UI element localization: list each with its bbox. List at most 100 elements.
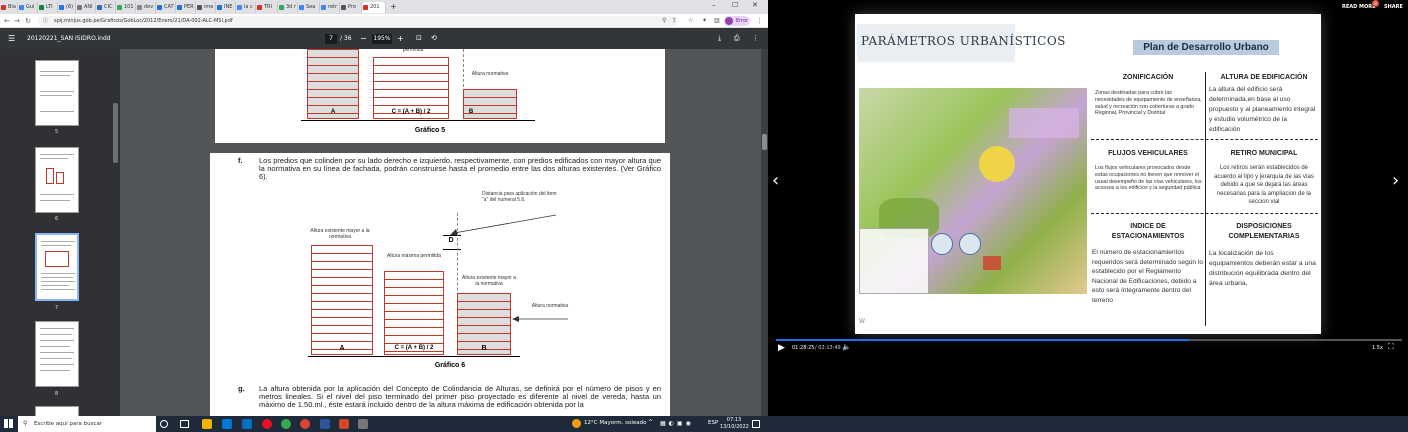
read-more-button[interactable]: READ MORE [1342, 4, 1376, 10]
clock-time[interactable]: 07:13 [724, 417, 744, 423]
page-thumbnail-6[interactable] [35, 147, 79, 213]
app-icon[interactable] [358, 419, 368, 429]
forward-icon[interactable]: → [14, 16, 20, 26]
maximize-button[interactable]: ☐ [732, 1, 738, 9]
download-icon[interactable]: ⤓ [718, 34, 721, 43]
language-indicator[interactable]: ESP [708, 420, 718, 426]
page-thumbnail-8[interactable] [35, 321, 79, 387]
playback-speed-button[interactable]: 1.5x [1372, 345, 1383, 351]
zoom-icon[interactable]: ⚲ [662, 16, 666, 26]
section-heading: FLUJOS VEHICULARES [1108, 150, 1188, 157]
bookmark-star-icon[interactable]: ☆ [688, 16, 693, 26]
share-icon[interactable]: ⇪ [672, 16, 677, 26]
zoom-out-button[interactable]: − [360, 34, 367, 43]
next-slide-button[interactable]: › [1392, 170, 1399, 191]
video-progress-track[interactable] [776, 339, 1402, 341]
mail-icon[interactable] [242, 419, 252, 429]
tab-favicon-icon [321, 5, 326, 10]
browser-tab[interactable]: la c [236, 2, 256, 13]
paragraph-letter: g. [238, 384, 245, 393]
browser-tab[interactable]: Pro [340, 2, 362, 13]
opera-icon[interactable] [262, 419, 272, 429]
page-number-input[interactable]: 7 [325, 34, 337, 44]
zoom-in-button[interactable]: + [397, 34, 404, 43]
notification-badge: 8 [1372, 0, 1379, 7]
browser-tab-active[interactable]: 201 [362, 2, 386, 13]
bar-label-c: C = (A + B) / 2 [391, 109, 431, 115]
browser-tab[interactable]: retr [320, 2, 340, 13]
fullscreen-icon[interactable]: ⛶ [1388, 342, 1394, 352]
video-player[interactable]: READ MORE 8 SHARE PARÁMETROS URBANÍSTICO… [768, 0, 1408, 416]
browser-tab[interactable]: PER [176, 2, 196, 13]
browser-tab[interactable]: LTI [38, 2, 58, 13]
clock-date[interactable]: 13/10/2022 [720, 424, 749, 430]
zoom-input[interactable]: 195% [372, 34, 392, 44]
extensions-icon[interactable]: ✦ [702, 16, 707, 26]
browser-menu-icon[interactable]: ⋮ [756, 16, 763, 26]
tab-favicon-icon [77, 5, 82, 10]
tab-strip: Bla Guí LTI (6) ANI CIC 101 dev CAT PER … [0, 0, 768, 14]
browser-tab[interactable]: INE [216, 2, 236, 13]
share-button[interactable]: SHARE [1384, 4, 1403, 10]
tab-favicon-icon [299, 5, 304, 10]
browser-tab[interactable]: 101 [116, 2, 136, 13]
cortana-icon[interactable] [160, 420, 168, 428]
page-thumbnail-9[interactable] [35, 406, 79, 416]
rotate-icon[interactable]: ⟲ [431, 34, 437, 42]
new-tab-button[interactable]: + [390, 2, 397, 11]
browser-tab[interactable]: dev [136, 2, 156, 13]
pdf-scrollbar-track[interactable] [761, 49, 768, 416]
url-input[interactable]: ⓘ spij.minjus.gob.pe/Graficos/GobLoc/201… [38, 16, 678, 26]
browser-tab[interactable]: ime [196, 2, 216, 13]
section-body: El número de estacionamientos requeridos… [1092, 249, 1204, 304]
browser-tab[interactable]: TRI [256, 2, 278, 13]
browser-tab[interactable]: (6) [58, 2, 76, 13]
store-icon[interactable] [222, 419, 232, 429]
tray-overflow-icon[interactable]: ^ [648, 419, 653, 426]
notification-center-icon[interactable] [752, 420, 760, 428]
browser-tab[interactable]: ANI [76, 2, 96, 13]
play-button[interactable]: ▶ [778, 343, 785, 353]
windows-start-icon[interactable] [4, 419, 13, 428]
annotation-label: Distancia para aplicación del item "a" d… [482, 191, 557, 203]
word-icon[interactable] [320, 419, 330, 429]
time-current: 01:28:25 [792, 345, 815, 351]
page-thumbnail-5[interactable] [35, 60, 79, 126]
task-view-icon[interactable] [180, 420, 189, 428]
taskbar-search-input[interactable]: ⚲ Escribe aquí para buscar [18, 416, 156, 432]
browser-tab[interactable]: CIC [96, 2, 116, 13]
hamburger-menu-icon[interactable]: ☰ [8, 34, 15, 43]
pdf-scrollbar-thumb[interactable] [762, 134, 767, 150]
chrome-icon[interactable] [281, 419, 291, 429]
close-window-button[interactable]: ✕ [752, 1, 758, 9]
browser-tab[interactable]: Sea [298, 2, 320, 13]
tab-favicon-icon [1, 5, 6, 10]
back-icon[interactable]: ← [4, 16, 10, 26]
powerpoint-icon[interactable] [339, 419, 349, 429]
browser-window: Bla Guí LTI (6) ANI CIC 101 dev CAT PER … [0, 0, 768, 416]
tab-favicon-icon [257, 5, 262, 10]
volume-icon[interactable]: 🔈 [842, 343, 851, 351]
browser-tab[interactable]: 3d r [278, 2, 298, 13]
previous-slide-button[interactable]: ‹ [772, 170, 779, 191]
pdf-more-icon[interactable]: ⋮ [752, 34, 759, 42]
section-body: Los retiros serán establecidos de acuerd… [1214, 165, 1314, 206]
fit-page-icon[interactable]: ⊡ [416, 34, 422, 42]
info-icon[interactable]: ⓘ [43, 16, 48, 26]
sidepanel-icon[interactable]: ▥ [714, 16, 720, 26]
browser-tab[interactable]: Bla [0, 2, 18, 13]
weather-text[interactable]: 12°C Mayorm. soleado [584, 420, 646, 426]
thumbnail-page-number: 5 [55, 129, 59, 135]
file-explorer-icon[interactable] [202, 419, 212, 429]
system-tray-icons[interactable]: ▦◐▣◉ [660, 420, 694, 427]
row-divider [1091, 213, 1318, 214]
print-icon[interactable]: ⎙ [734, 34, 740, 43]
chrome-profile-icon[interactable] [300, 419, 310, 429]
profile-button[interactable]: Error [724, 16, 750, 26]
thumbnail-scrollbar[interactable] [113, 103, 118, 163]
page-thumbnail-7-active[interactable] [35, 233, 79, 301]
browser-tab[interactable]: CAT [156, 2, 176, 13]
browser-tab[interactable]: Guí [18, 2, 38, 13]
minimize-button[interactable]: – [712, 1, 716, 9]
reload-icon[interactable]: ↻ [25, 16, 31, 26]
